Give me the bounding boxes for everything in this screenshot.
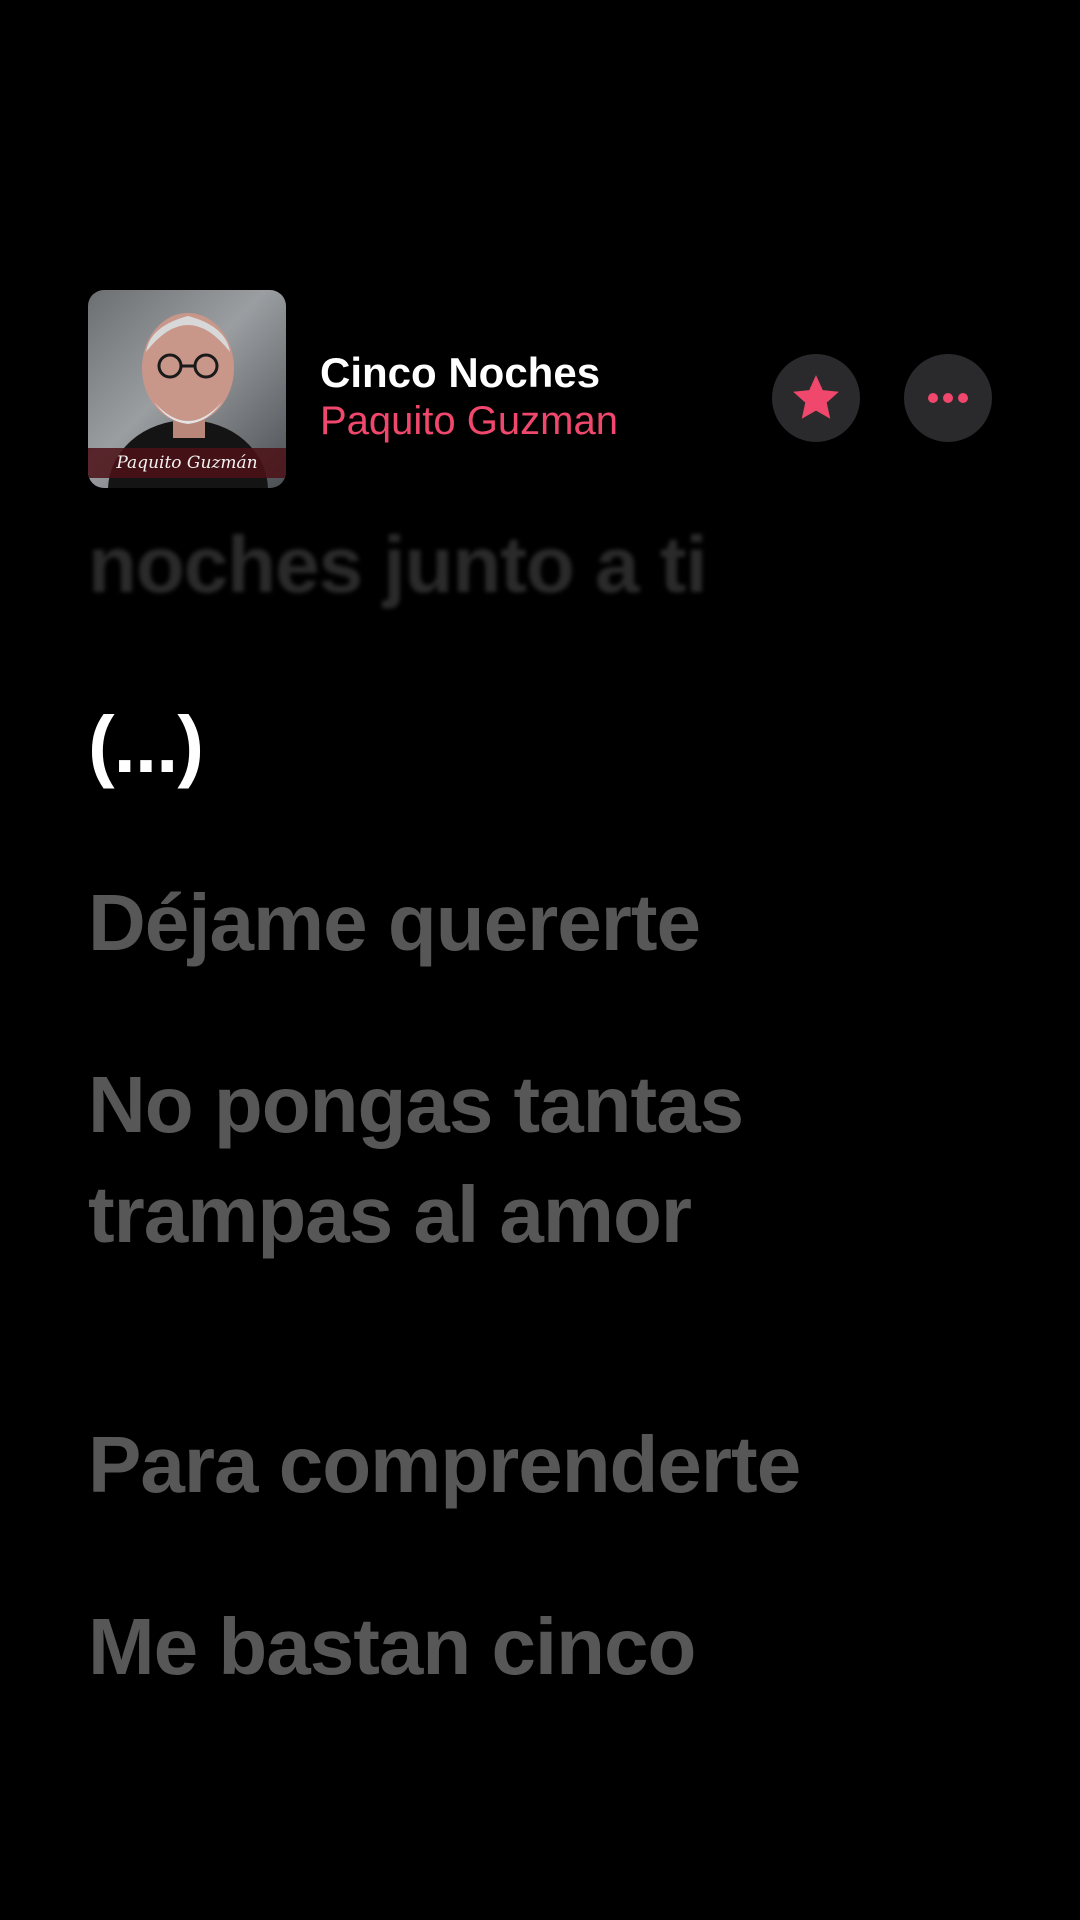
track-info[interactable]: Cinco Noches Paquito Guzman: [320, 348, 740, 444]
track-title: Cinco Noches: [320, 349, 601, 396]
lyric-line[interactable]: Déjame quererte: [88, 868, 1008, 978]
lyric-line-current[interactable]: (...): [88, 690, 1008, 800]
lyric-line[interactable]: Para comprenderte: [88, 1410, 1008, 1520]
more-options-button[interactable]: [904, 354, 992, 442]
lyrics-list[interactable]: noches junto a ti (...) Déjame quererte …: [88, 510, 1008, 1675]
artwork-caption: Paquito Guzmán: [88, 448, 286, 478]
track-artist[interactable]: Paquito Guzman: [320, 398, 740, 444]
lyric-line-past[interactable]: noches junto a ti: [88, 510, 1008, 620]
now-playing-header: Paquito Guzmán Cinco Noches Paquito Guzm…: [88, 290, 1008, 488]
favorite-button[interactable]: [772, 354, 860, 442]
lyrics-screen: Paquito Guzmán Cinco Noches Paquito Guzm…: [0, 0, 1080, 1920]
ellipsis-icon: [928, 393, 968, 403]
lyric-line[interactable]: Me bastan cinco noches, por favor: [88, 1592, 1008, 1675]
star-icon: [793, 375, 839, 419]
album-artwork[interactable]: Paquito Guzmán: [88, 290, 286, 488]
lyric-line[interactable]: No pongas tantas trampas al amor: [88, 1050, 1008, 1270]
